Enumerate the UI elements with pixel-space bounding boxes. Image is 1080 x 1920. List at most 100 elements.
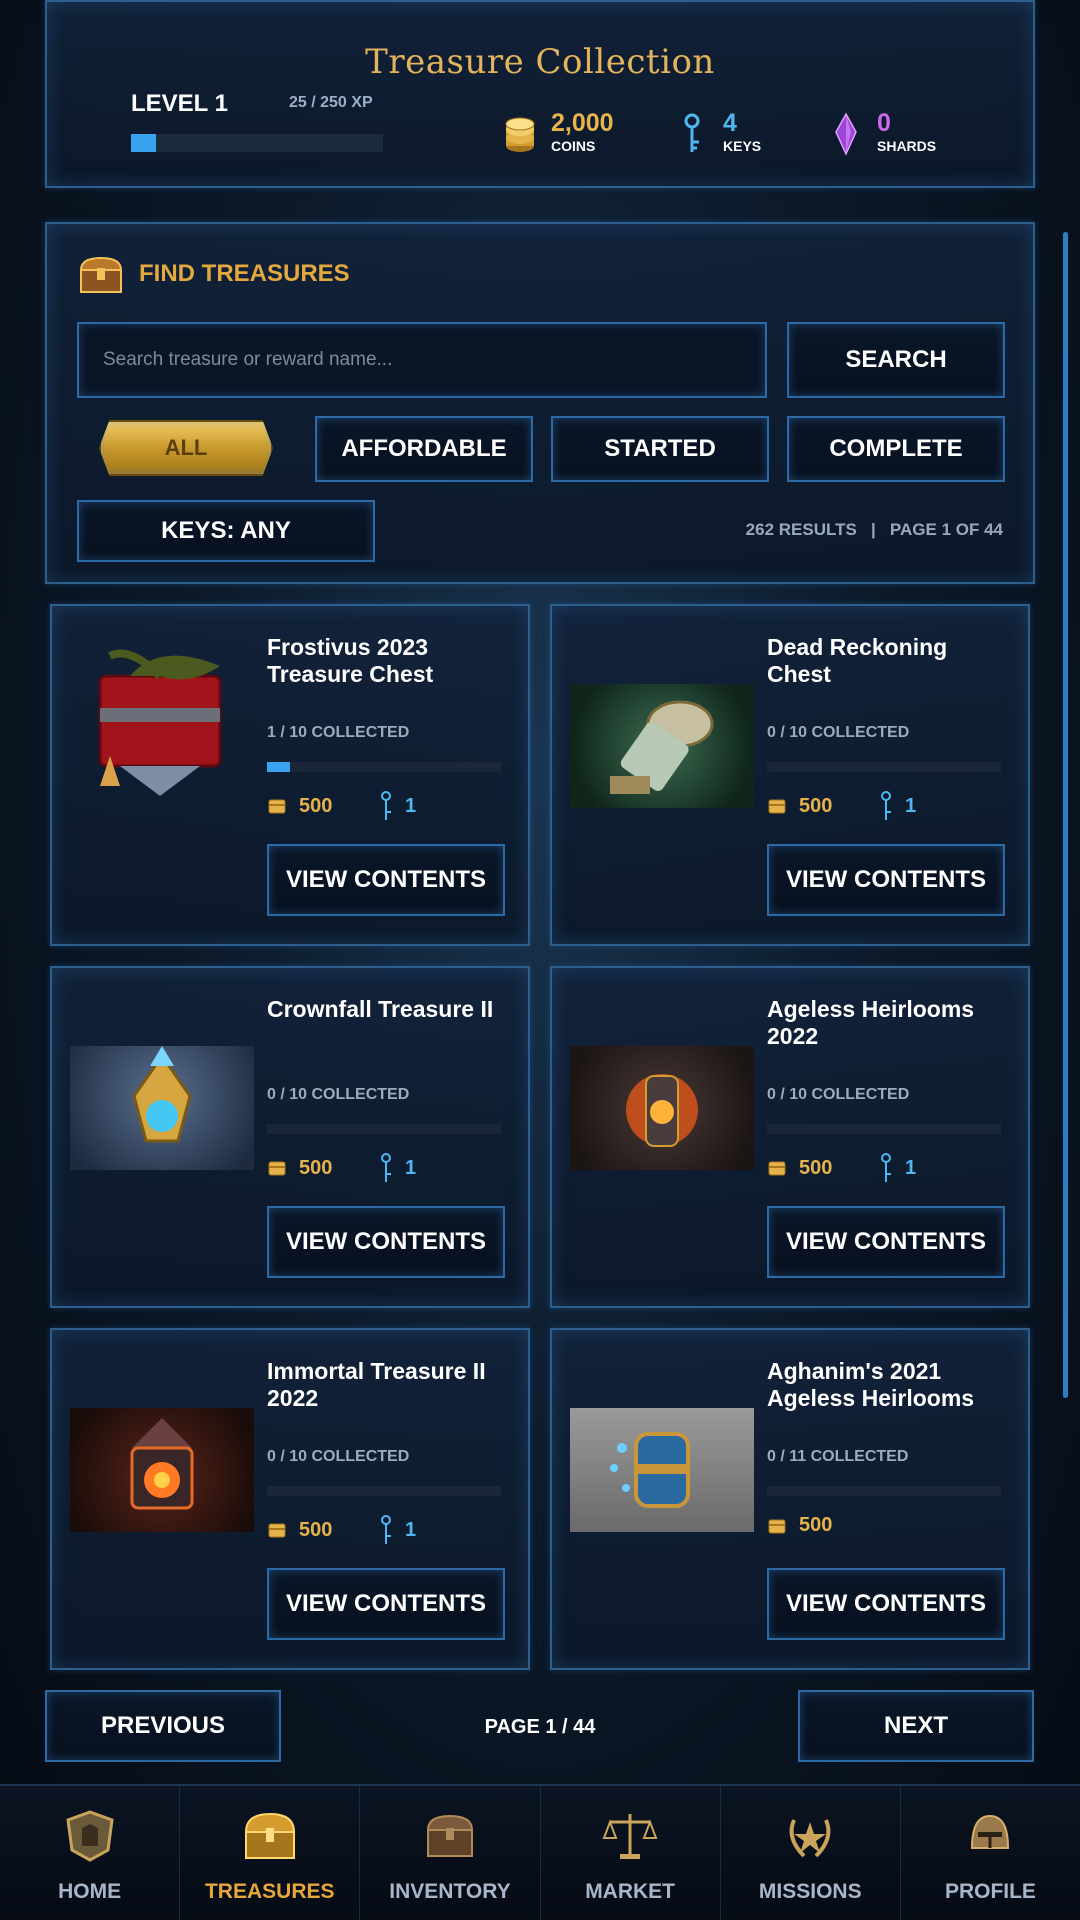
filter-affordable-button[interactable]: AFFORDABLE	[315, 416, 533, 482]
nav-profile[interactable]: PROFILE	[901, 1786, 1080, 1920]
coin-cost-value: 500	[299, 794, 333, 817]
view-contents-button[interactable]: VIEW CONTENTS	[267, 1206, 505, 1278]
coin-cost-icon	[268, 1161, 286, 1176]
key-icon	[684, 113, 700, 152]
search-field[interactable]	[77, 322, 767, 398]
treasure-thumbnail	[70, 636, 254, 806]
collection-progress-bar	[767, 1486, 1001, 1496]
filter-started-button[interactable]: STARTED	[551, 416, 769, 482]
scales-icon	[602, 1814, 658, 1859]
find-treasures-header: FIND TREASURES	[77, 254, 350, 294]
coin-cost-value: 500	[299, 1518, 333, 1541]
collection-progress-bar	[267, 762, 501, 772]
filter-complete-button[interactable]: COMPLETE	[787, 416, 1005, 482]
coin-cost-icon	[768, 799, 786, 814]
keys-value: 4	[723, 109, 737, 137]
coins-label: COINS	[551, 138, 596, 154]
collected-count: 0 / 10 COLLECTED	[767, 1086, 910, 1103]
keys-filter-dropdown[interactable]: KEYS: ANY	[77, 500, 375, 562]
search-input[interactable]	[79, 324, 765, 396]
collection-progress-bar	[767, 762, 1001, 772]
treasure-thumbnail	[570, 684, 754, 808]
collection-progress-bar	[767, 1124, 1001, 1134]
nav-home-label: HOME	[58, 1880, 122, 1903]
treasure-cost: 500	[767, 1514, 879, 1537]
xp-progress-fill	[131, 134, 157, 152]
next-page-button[interactable]: NEXT	[798, 1690, 1034, 1762]
view-contents-button[interactable]: VIEW CONTENTS	[767, 844, 1005, 916]
key-cost-icon	[881, 1153, 891, 1182]
keys-label: KEYS	[723, 138, 762, 154]
nav-treasures[interactable]: TREASURES	[180, 1786, 361, 1920]
shards-counter: 0 SHARDS	[829, 110, 936, 156]
view-contents-button[interactable]: VIEW CONTENTS	[267, 1568, 505, 1640]
treasure-cost: 500 1	[267, 790, 416, 822]
treasure-thumbnail	[570, 1046, 754, 1170]
treasure-title: Frostivus 2023 Treasure Chest	[267, 634, 434, 687]
treasure-thumbnail	[70, 1046, 254, 1170]
coin-cost-icon	[268, 1523, 286, 1538]
treasure-thumbnail	[570, 1408, 754, 1532]
treasure-title: Ageless Heirlooms 2022	[767, 996, 975, 1049]
view-contents-button[interactable]: VIEW CONTENTS	[267, 844, 505, 916]
dead-reckoning-chest-image	[610, 700, 714, 794]
treasure-cost: 500 1	[267, 1152, 416, 1184]
key-cost-icon	[381, 1153, 391, 1182]
treasure-chest-icon	[79, 256, 123, 293]
nav-inventory[interactable]: INVENTORY	[360, 1786, 541, 1920]
shard-icon	[835, 112, 857, 156]
nav-market-label: MARKET	[585, 1880, 676, 1903]
aghanims-heirlooms-image	[610, 1432, 690, 1508]
find-treasures-panel: FIND TREASURES SEARCH ALL AFFORDABLE STA…	[45, 222, 1035, 584]
header-panel: Treasure Collection LEVEL 1 25 / 250 XP …	[45, 0, 1035, 188]
treasure-chest-icon	[244, 1812, 295, 1859]
treasure-card: Aghanim's 2021 Ageless Heirlooms 0 / 11 …	[550, 1328, 1030, 1670]
treasure-title: Immortal Treasure II 2022	[267, 1358, 486, 1411]
coins-icon	[505, 117, 535, 152]
key-cost-value: 1	[905, 794, 917, 817]
treasure-title: Aghanim's 2021 Ageless Heirlooms	[767, 1358, 975, 1411]
treasure-card: Ageless Heirlooms 2022 0 / 10 COLLECTED …	[550, 966, 1030, 1308]
nav-missions[interactable]: MISSIONS	[721, 1786, 901, 1920]
home-shield-icon	[65, 1810, 114, 1862]
collected-count: 1 / 10 COLLECTED	[267, 724, 410, 741]
treasure-title: Crownfall Treasure II	[267, 996, 494, 1022]
coin-cost-value: 500	[799, 1514, 833, 1536]
key-cost-value: 1	[405, 794, 417, 817]
treasure-thumbnail	[70, 1408, 254, 1532]
key-cost-value: 1	[405, 1518, 417, 1541]
nav-profile-label: PROFILE	[944, 1880, 1036, 1903]
view-contents-button[interactable]: VIEW CONTENTS	[767, 1568, 1005, 1640]
view-contents-button[interactable]: VIEW CONTENTS	[767, 1206, 1005, 1278]
nav-inventory-label: INVENTORY	[389, 1880, 511, 1903]
treasure-card: Immortal Treasure II 2022 0 / 10 COLLECT…	[50, 1328, 530, 1670]
nav-market[interactable]: MARKET	[541, 1786, 721, 1920]
nav-treasures-label: TREASURES	[204, 1880, 335, 1903]
search-button[interactable]: SEARCH	[787, 322, 1005, 398]
filter-all-button[interactable]: ALL	[99, 420, 273, 476]
scrollbar[interactable]	[1063, 232, 1068, 1398]
coin-cost-icon	[268, 799, 286, 814]
frostivus-chest-image	[98, 649, 222, 796]
nav-home[interactable]: HOME	[0, 1786, 181, 1920]
coin-cost-icon	[768, 1161, 786, 1176]
treasure-cost: 500 1	[767, 790, 916, 822]
page-title: Treasure Collection	[365, 42, 715, 82]
collection-progress-fill	[267, 762, 291, 772]
treasure-cost: 500 1	[767, 1152, 916, 1184]
coins-value: 2,000	[551, 109, 614, 137]
find-treasures-title: FIND TREASURES	[139, 260, 350, 287]
shards-value: 0	[877, 109, 891, 137]
key-cost-value: 1	[905, 1156, 917, 1179]
coin-cost-value: 500	[299, 1156, 333, 1179]
helmet-icon	[971, 1814, 1010, 1849]
level-label: LEVEL 1	[131, 90, 228, 117]
coins-counter: 2,000 COINS	[503, 110, 614, 156]
treasure-card: Frostivus 2023 Treasure Chest 1 / 10 COL…	[50, 604, 530, 946]
collected-count: 0 / 10 COLLECTED	[267, 1448, 410, 1465]
shards-label: SHARDS	[877, 138, 937, 154]
coin-cost-icon	[768, 1519, 786, 1533]
results-summary: 262 RESULTS | PAGE 1 OF 44	[745, 520, 1003, 539]
treasure-cost: 500 1	[267, 1514, 416, 1546]
treasure-card: Dead Reckoning Chest 0 / 10 COLLECTED 50…	[550, 604, 1030, 946]
